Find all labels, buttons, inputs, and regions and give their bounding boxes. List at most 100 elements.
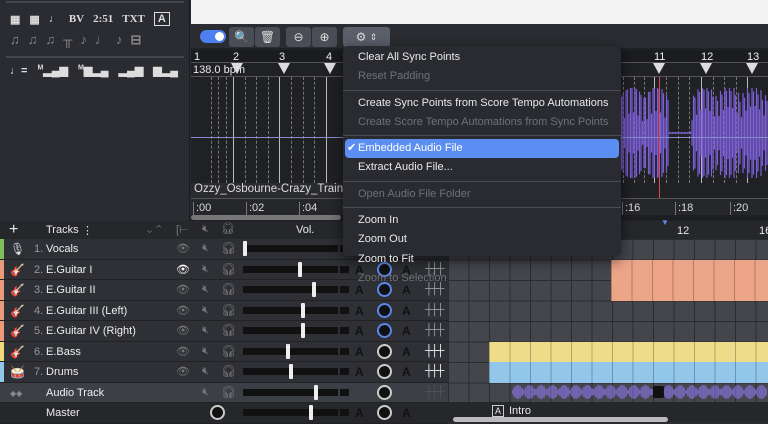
track-width-icon[interactable]: [⊢	[176, 223, 189, 236]
track-name[interactable]: E.Guitar I	[46, 264, 92, 276]
volume-slider[interactable]	[243, 282, 338, 297]
mute-icon[interactable]: 🔇︎	[202, 365, 209, 378]
mute-icon[interactable]: 🔇︎	[202, 242, 209, 255]
volume-icon[interactable]: ▂▄▆	[119, 64, 144, 77]
pan-knob[interactable]	[377, 302, 392, 318]
volume-slider-thumb[interactable]	[243, 241, 247, 256]
chord-diagram-icon[interactable]: ▦	[10, 13, 20, 26]
volume-slider-thumb[interactable]	[301, 302, 306, 318]
sync-point-marker[interactable]	[278, 63, 290, 74]
mute-icon[interactable]: 🔇︎	[202, 386, 209, 399]
mute-icon[interactable]: 🔇︎	[202, 304, 209, 317]
text-button[interactable]: TXT	[122, 13, 145, 25]
track-name[interactable]: Vocals	[46, 243, 78, 255]
zoom-out-button[interactable]: ⊖	[286, 27, 311, 47]
pan-automation-icon[interactable]: A	[402, 345, 411, 359]
pan-knob[interactable]	[377, 384, 392, 400]
menu-item-clear-all-sync-points[interactable]: Clear All Sync Points	[343, 48, 621, 67]
volume-slider-thumb[interactable]	[312, 282, 317, 297]
pan-knob[interactable]	[377, 405, 392, 420]
volume-slider[interactable]	[243, 241, 338, 256]
visibility-eye-icon[interactable]: 👁︎	[176, 283, 190, 296]
bass-clip-block[interactable]	[489, 341, 768, 362]
barre-button[interactable]: BV	[69, 13, 84, 25]
tracks-menu-button[interactable]: ⋮	[82, 224, 93, 237]
volume-automation-icon[interactable]: A	[355, 324, 364, 338]
sync-point-marker[interactable]	[653, 63, 665, 74]
section-button[interactable]: A	[153, 12, 170, 26]
dynamics-icon[interactable]: ▆▂▄	[153, 64, 178, 77]
track-name[interactable]: Audio Track	[46, 387, 104, 399]
menu-item-zoom-in[interactable]: Zoom In	[343, 211, 621, 230]
timeline-scrollbar[interactable]	[453, 417, 668, 422]
mixer-settings-icon[interactable]: ┼┼┼	[425, 304, 444, 316]
grid-icon[interactable]: ▦	[29, 13, 39, 26]
volume-automation-icon[interactable]: A	[355, 345, 364, 359]
rest-icon[interactable]: ⊟	[130, 32, 141, 48]
tempo-icon[interactable]: ♩=	[10, 65, 27, 77]
visibility-eye-icon[interactable]: 👁︎	[176, 365, 190, 378]
solo-headphones-icon[interactable]: 🎧︎	[221, 344, 236, 358]
track-row[interactable]: 🥁 7. Drums 👁︎ 🔇︎ 🎧︎ A A ┼┼┼	[0, 362, 448, 383]
stem-up-icon[interactable]: ♩	[95, 32, 108, 48]
track-row[interactable]: 🎸 4. E.Guitar III (Left) 👁︎ 🔇︎ 🎧︎ A A ┼┼┼	[0, 300, 448, 321]
track-row[interactable]: 🎸 5. E.Guitar IV (Right) 👁︎ 🔇︎ 🎧︎ A A ┼┼┼	[0, 321, 448, 342]
mixer-settings-icon[interactable]: ┼┼┼	[425, 365, 444, 377]
master-dynamics-icon[interactable]: M▆▂▄	[78, 64, 109, 77]
drums-clip-block[interactable]	[489, 362, 768, 383]
volume-slider[interactable]	[243, 302, 338, 318]
volume-slider-thumb[interactable]	[288, 364, 293, 379]
track-name[interactable]: Drums	[46, 366, 78, 378]
mute-icon[interactable]: 🔇︎	[202, 283, 209, 296]
stem-down-icon[interactable]: ♪	[116, 32, 123, 48]
menu-item-zoom-to-fit[interactable]: Zoom to Fit	[343, 250, 621, 269]
pan-knob[interactable]	[377, 364, 392, 379]
sync-point-marker[interactable]	[700, 63, 712, 74]
pan-knob[interactable]	[377, 343, 392, 359]
beam-break-icon[interactable]: ♫	[46, 32, 56, 48]
mixer-settings-icon[interactable]: ┼┼┼	[425, 324, 444, 336]
mixer-settings-icon[interactable]: ┼┼┼	[425, 345, 444, 357]
track-name[interactable]: E.Guitar II	[46, 284, 96, 296]
delete-button[interactable]: 🗑	[255, 27, 280, 47]
menu-item-zoom-out[interactable]: Zoom Out	[343, 230, 621, 249]
volume-slider-thumb[interactable]	[309, 405, 314, 420]
volume-slider-thumb[interactable]	[285, 343, 290, 359]
volume-slider[interactable]	[243, 261, 338, 277]
volume-slider[interactable]	[243, 384, 338, 400]
solo-headphones-icon[interactable]: 🎧︎	[221, 364, 236, 378]
menu-item-create-sync-points-from-score-tempo-automations[interactable]: Create Sync Points from Score Tempo Auto…	[343, 94, 621, 113]
mute-all-icon[interactable]: 🔇︎	[202, 223, 209, 236]
menu-item-extract-audio-file[interactable]: Extract Audio File...	[343, 158, 621, 177]
track-row[interactable]: ◆◆ Audio Track 🔇︎ 🎧︎ ┼┼┼	[0, 382, 448, 403]
pan-automation-icon[interactable]: A	[402, 406, 411, 420]
sync-point-marker[interactable]	[746, 63, 758, 74]
solo-all-icon[interactable]: 🎧︎	[221, 222, 235, 235]
volume-slider-thumb[interactable]	[313, 384, 318, 400]
volume-slider[interactable]	[243, 364, 338, 379]
visibility-eye-icon[interactable]: 👁︎	[176, 304, 190, 317]
volume-automation-icon[interactable]: A	[355, 406, 364, 420]
master-volume-icon[interactable]: M▂▄▆	[37, 64, 68, 77]
solo-headphones-icon[interactable]: 🎧︎	[221, 323, 236, 337]
visibility-eye-icon[interactable]: 👁︎	[176, 324, 190, 337]
mute-icon[interactable]: 🔇︎	[202, 324, 209, 337]
playhead-marker-icon[interactable]: ▼	[661, 218, 669, 227]
auto-stem-icon[interactable]: ♪	[80, 32, 87, 48]
sync-point-marker[interactable]	[324, 63, 336, 74]
solo-headphones-icon[interactable]: 🎧︎	[221, 385, 236, 399]
solo-headphones-icon[interactable]: 🎧︎	[221, 262, 236, 276]
visibility-eye-icon[interactable]: 👁︎	[176, 263, 190, 276]
settings-button[interactable]: ⚙ ⇕	[343, 27, 390, 47]
volume-slider[interactable]	[243, 405, 338, 420]
volume-slider-thumb[interactable]	[297, 261, 302, 277]
track-row[interactable]: 🎸 6. E.Bass 👁︎ 🔇︎ 🎧︎ A A ┼┼┼	[0, 341, 448, 362]
visibility-eye-icon[interactable]: 👁︎	[176, 345, 190, 358]
beam-icon[interactable]: ♫	[28, 32, 38, 48]
pan-knob[interactable]	[377, 323, 392, 338]
zoom-in-button[interactable]: ⊕	[312, 27, 337, 47]
track-name[interactable]: E.Bass	[46, 346, 81, 358]
pan-automation-icon[interactable]: A	[402, 304, 411, 318]
track-name[interactable]: E.Guitar III (Left)	[46, 305, 127, 317]
volume-slider-thumb[interactable]	[301, 323, 306, 338]
